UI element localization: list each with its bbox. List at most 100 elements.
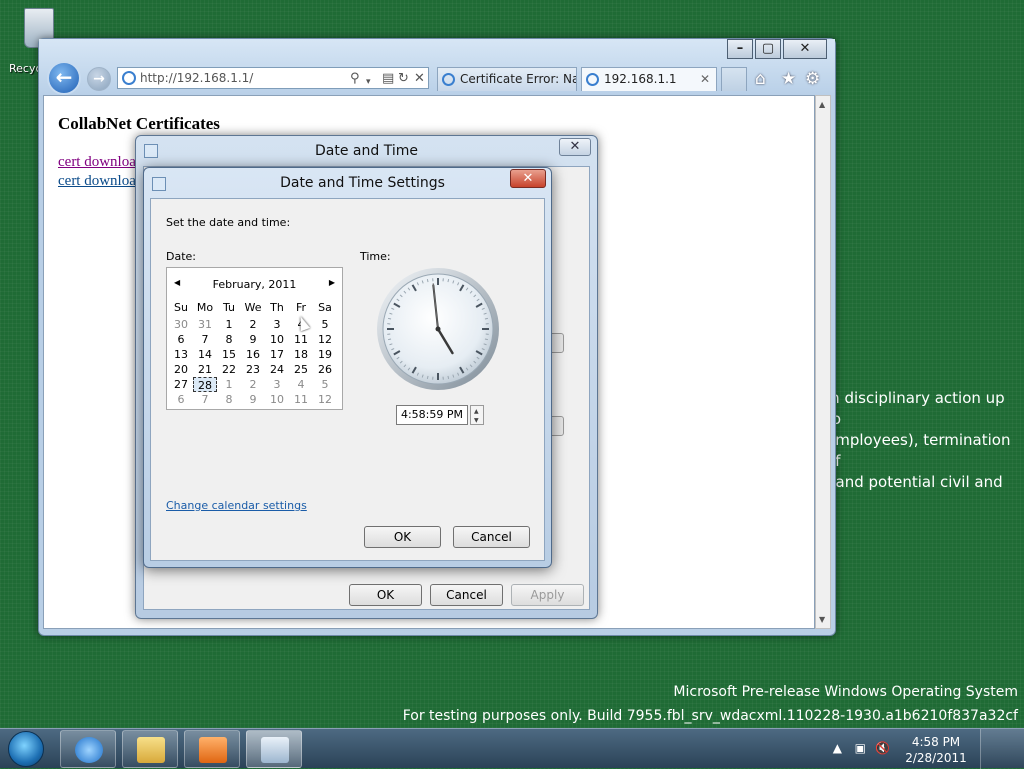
calendar-day[interactable]: 13: [169, 347, 193, 362]
cancel-button[interactable]: Cancel: [430, 584, 503, 606]
calendar-day[interactable]: 6: [169, 332, 193, 347]
address-bar[interactable]: http://192.168.1.1/ ⚲ ▾ ▤ ↻ ✕: [117, 67, 429, 89]
calendar-day[interactable]: 20: [169, 362, 193, 377]
calendar-day[interactable]: 23: [241, 362, 265, 377]
calendar-day[interactable]: 3: [265, 317, 289, 332]
tab-certificate-error[interactable]: Certificate Error: Na...: [437, 67, 577, 91]
calendar-day[interactable]: 30: [169, 317, 193, 332]
time-input[interactable]: 4:58:59 PM: [396, 405, 468, 425]
calendar-day[interactable]: 22: [217, 362, 241, 377]
next-month-icon[interactable]: ▶: [329, 278, 335, 287]
calendar-day[interactable]: 10: [265, 392, 289, 407]
weekday-header: Fr: [289, 301, 313, 314]
instruction-text: Set the date and time:: [166, 216, 290, 229]
close-button[interactable]: ✕: [559, 138, 591, 156]
search-icon[interactable]: ⚲: [350, 69, 360, 89]
time-spinner[interactable]: ▲ ▼: [470, 405, 484, 425]
refresh-icon[interactable]: ↻: [398, 69, 409, 89]
taskbar-date-time[interactable]: [246, 730, 302, 768]
show-hidden-icons-icon[interactable]: ▲: [833, 741, 842, 755]
calendar-day[interactable]: 9: [241, 332, 265, 347]
cancel-button[interactable]: Cancel: [453, 526, 530, 548]
compatibility-icon[interactable]: ▤: [382, 69, 394, 89]
calendar-day[interactable]: 2: [241, 377, 265, 392]
favorites-icon[interactable]: ★: [781, 69, 796, 89]
calendar-day[interactable]: 16: [241, 347, 265, 362]
calendar-day[interactable]: 18: [289, 347, 313, 362]
calendar-day[interactable]: 9: [241, 392, 265, 407]
calendar-day[interactable]: 31: [193, 317, 217, 332]
taskbar-explorer[interactable]: [122, 730, 178, 768]
scroll-down-icon[interactable]: ▼: [819, 615, 825, 624]
tab-192-168-1-1[interactable]: 192.168.1.1 ✕: [581, 67, 717, 91]
calendar-day[interactable]: 6: [169, 392, 193, 407]
calendar-day[interactable]: 1: [217, 377, 241, 392]
calendar-day[interactable]: 27: [169, 377, 193, 392]
address-text: http://192.168.1.1/: [140, 71, 253, 85]
taskbar-clock[interactable]: 4:58 PM 2/28/2011: [896, 734, 976, 766]
stop-icon[interactable]: ✕: [414, 69, 425, 89]
calendar-day[interactable]: 19: [313, 347, 337, 362]
vertical-scrollbar[interactable]: ▲ ▼: [815, 95, 831, 629]
calendar-day[interactable]: 4: [289, 377, 313, 392]
volume-muted-icon[interactable]: 🔇: [875, 741, 890, 755]
network-icon[interactable]: ▣: [855, 741, 866, 755]
calendar-day[interactable]: 24: [265, 362, 289, 377]
ie-page-icon: [122, 71, 136, 85]
start-button[interactable]: [4, 729, 48, 769]
maximize-button[interactable]: ▢: [755, 39, 781, 59]
calendar-day[interactable]: 15: [217, 347, 241, 362]
calendar-day[interactable]: 28: [193, 377, 217, 392]
calendar-day[interactable]: 26: [313, 362, 337, 377]
spin-down-icon[interactable]: ▼: [474, 417, 479, 424]
cert-download-link[interactable]: cert download: [58, 154, 143, 171]
calendar-month[interactable]: February, 2011: [167, 278, 342, 291]
calendar-day[interactable]: 12: [313, 392, 337, 407]
ok-button[interactable]: OK: [364, 526, 441, 548]
minimize-button[interactable]: –: [727, 39, 753, 59]
scroll-up-icon[interactable]: ▲: [819, 100, 825, 109]
clock-tick: [448, 376, 449, 379]
calendar-day[interactable]: 11: [289, 332, 313, 347]
ok-button[interactable]: OK: [349, 584, 422, 606]
calendar-day[interactable]: 14: [193, 347, 217, 362]
calendar-day[interactable]: 7: [193, 392, 217, 407]
calendar-day[interactable]: 1: [217, 317, 241, 332]
calendar-day[interactable]: 3: [265, 377, 289, 392]
close-button[interactable]: ✕: [510, 169, 546, 188]
calendar-day[interactable]: 21: [193, 362, 217, 377]
cert-download-link[interactable]: cert download: [58, 173, 143, 190]
calendar-day[interactable]: 5: [313, 317, 337, 332]
calendar-day[interactable]: 25: [289, 362, 313, 377]
calendar-day[interactable]: 7: [193, 332, 217, 347]
back-button[interactable]: ←: [47, 61, 81, 95]
calendar-day[interactable]: 17: [265, 347, 289, 362]
home-icon[interactable]: ⌂: [755, 69, 766, 89]
spin-up-icon[interactable]: ▲: [474, 408, 479, 415]
calendar-day[interactable]: 2: [241, 317, 265, 332]
date-time-settings-dialog: Date and Time Settings ✕ Set the date an…: [143, 167, 552, 568]
forward-button[interactable]: →: [87, 67, 111, 91]
gear-icon[interactable]: ⚙: [805, 69, 820, 89]
taskbar-internet-explorer[interactable]: [60, 730, 116, 768]
clock-tick: [427, 279, 428, 282]
calendar-day[interactable]: 5: [313, 377, 337, 392]
user-avatar-icon[interactable]: [980, 729, 1024, 769]
calendar: ◀ February, 2011 ▶ SuMoTuWeThFrSa3031123…: [166, 267, 343, 410]
calendar-day[interactable]: 10: [265, 332, 289, 347]
watermark-line-2: For testing purposes only. Build 7955.fb…: [403, 706, 1018, 727]
close-button[interactable]: ✕: [783, 39, 827, 59]
time-label: Time:: [360, 250, 391, 263]
taskbar: ▲ ▣ 🔇 4:58 PM 2/28/2011: [0, 728, 1024, 768]
close-tab-icon[interactable]: ✕: [700, 68, 710, 90]
weekday-header: We: [241, 301, 265, 314]
dropdown-icon[interactable]: ▾: [366, 72, 371, 92]
new-tab-button[interactable]: [721, 67, 747, 91]
apply-button[interactable]: Apply: [511, 584, 584, 606]
calendar-day[interactable]: 8: [217, 392, 241, 407]
calendar-day[interactable]: 8: [217, 332, 241, 347]
taskbar-media-player[interactable]: [184, 730, 240, 768]
calendar-day[interactable]: 12: [313, 332, 337, 347]
calendar-day[interactable]: 11: [289, 392, 313, 407]
change-calendar-settings-link[interactable]: Change calendar settings: [166, 499, 307, 512]
